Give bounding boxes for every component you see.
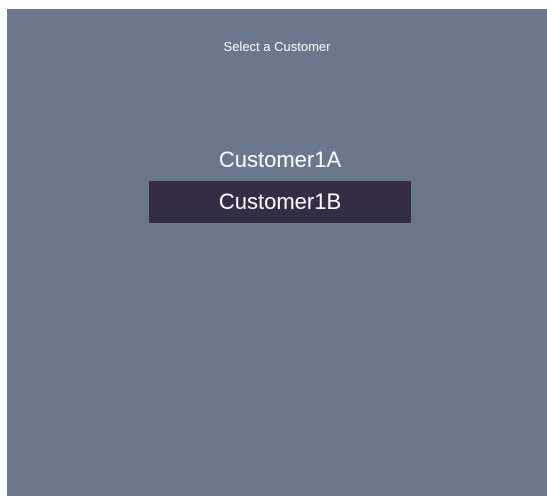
customer-option-1b[interactable]: Customer1B — [149, 181, 411, 223]
customer-option-1a[interactable]: Customer1A — [149, 139, 411, 181]
customer-list: Customer1A Customer1B — [149, 139, 411, 223]
customer-selector-panel: Select a Customer Customer1A Customer1B — [7, 9, 547, 496]
select-customer-title: Select a Customer — [223, 39, 331, 54]
